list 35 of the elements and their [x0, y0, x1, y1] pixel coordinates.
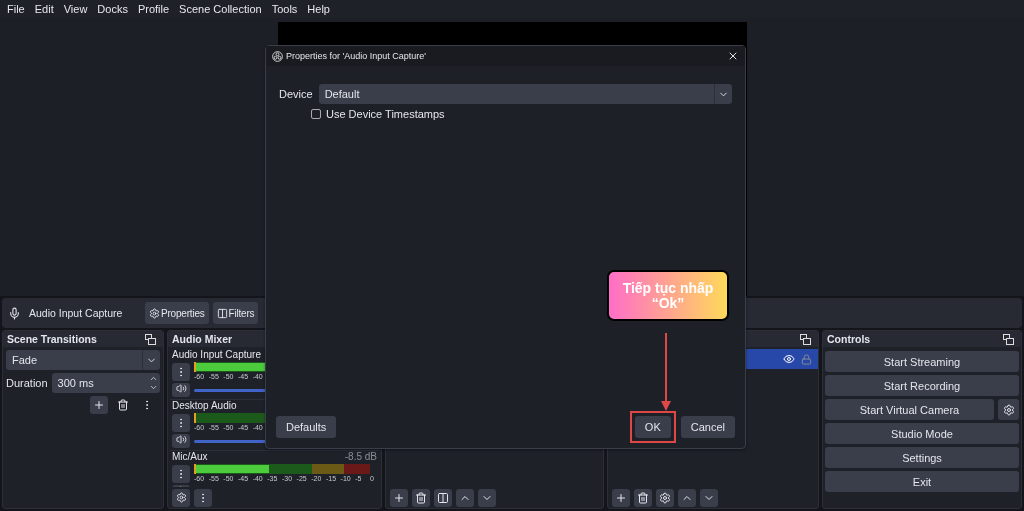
device-select[interactable]: Default [318, 84, 732, 104]
control-button[interactable]: Exit [825, 471, 1019, 492]
menu-item[interactable]: Scene Collection [174, 3, 267, 15]
duration-label: Duration [6, 377, 48, 389]
callout-note: Tiếp tục nhấp “Ok” [607, 270, 729, 321]
filters-button[interactable]: Filters [212, 302, 259, 324]
device-label: Device [279, 88, 313, 100]
defaults-button[interactable]: Defaults [276, 416, 337, 438]
db-reading: -8.5 dB [344, 451, 377, 463]
menu-item[interactable]: Help [302, 3, 335, 15]
dialog-title: Properties for 'Audio Input Capture' [286, 51, 427, 61]
dialog-button[interactable]: OK [634, 416, 671, 438]
panel-title: Audio Mixer [172, 333, 233, 345]
transition-select[interactable]: Fade [6, 350, 160, 370]
menu-item[interactable]: View [58, 3, 93, 15]
source-name: Audio Input Capture [28, 307, 124, 319]
menu-item[interactable]: File [2, 3, 30, 15]
channel-name: Audio Input Capture [172, 349, 261, 361]
dialog-button[interactable]: Cancel [680, 416, 735, 438]
control-button[interactable]: Settings [825, 447, 1019, 468]
panel-title: Controls [827, 333, 871, 345]
channel-name: Mic/Aux [172, 451, 208, 463]
panel-title: Scene Transitions [7, 333, 97, 345]
menu-item[interactable]: Profile [132, 3, 175, 15]
control-button[interactable]: Start Recording [825, 375, 1019, 396]
menu-item[interactable]: Docks [92, 3, 133, 15]
menu-item[interactable]: Edit [29, 3, 59, 15]
duration-field[interactable]: 300 ms [51, 373, 160, 393]
menu-item[interactable]: Tools [266, 3, 303, 15]
channel-name: Desktop Audio [172, 400, 237, 412]
properties-button[interactable]: Properties [145, 302, 209, 324]
checkbox-label: Use Device Timestamps [326, 108, 445, 120]
control-button[interactable]: Start Streaming [825, 351, 1019, 372]
control-button[interactable]: Studio Mode [825, 423, 1019, 444]
control-button[interactable]: Start Virtual Camera [825, 399, 994, 420]
